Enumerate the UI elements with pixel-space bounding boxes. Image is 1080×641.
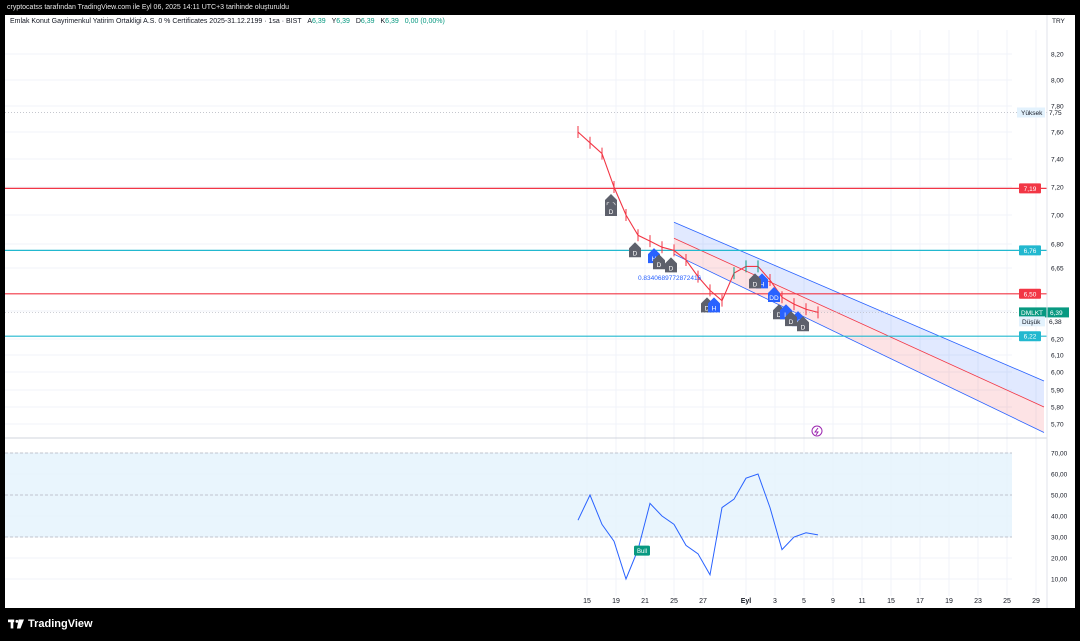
price-tick-label: 8,20: [1051, 52, 1064, 59]
tradingview-logo-icon: [8, 619, 24, 629]
marker-label: D: [753, 281, 758, 288]
x-tick-label: 19: [945, 598, 953, 605]
rsi-tick-label: 40,00: [1051, 514, 1068, 521]
price-tick-label: 6,20: [1051, 337, 1064, 344]
price-tick-label: 6,65: [1051, 266, 1064, 273]
x-tick-label: 21: [641, 598, 649, 605]
channel-lower-line: [673, 253, 1045, 433]
x-tick-label: 9: [831, 598, 835, 605]
price-tick-label: 8,00: [1051, 78, 1064, 85]
x-tick-label: 23: [974, 598, 982, 605]
x-tick-label: 15: [583, 598, 591, 605]
low-label-text: Düşük: [1022, 319, 1041, 326]
x-tick-label: 11: [858, 598, 865, 605]
level-price-label: 6,22: [1024, 334, 1037, 341]
x-tick-label: 27: [699, 598, 707, 605]
marker-label: D: [669, 265, 674, 272]
x-tick-label: 19: [612, 598, 620, 605]
price-tick-label: 5,70: [1051, 422, 1064, 429]
x-tick-label: 15: [887, 598, 895, 605]
price-tick-label: 7,60: [1051, 130, 1064, 137]
rsi-tick-label: 60,00: [1051, 472, 1068, 479]
symbol-tag-text: DMLKT: [1021, 310, 1043, 317]
price-tick-label: 6,10: [1051, 353, 1064, 360]
rsi-tick-label: 50,00: [1051, 493, 1068, 500]
x-tick-label: Eyl: [741, 598, 752, 605]
level-price-label: 6,76: [1024, 248, 1037, 255]
bull-label-text: Bull: [637, 549, 647, 555]
marker-label: D: [633, 250, 638, 257]
rsi-tick-label: 30,00: [1051, 535, 1068, 542]
high-label-value: 7,75: [1049, 110, 1062, 117]
lightning-icon: [814, 427, 819, 436]
rsi-tick-label: 70,00: [1051, 451, 1068, 458]
chart-canvas[interactable]: 7,196,766,506,22DDDDHDDDHHDDDDLDDDD0.834…: [0, 0, 1080, 641]
marker-label: D: [789, 319, 794, 326]
brand-name: TradingView: [28, 618, 93, 630]
marker-down: D: [665, 257, 677, 273]
channel-lower-fill: [674, 238, 1044, 433]
price-tick-label: 5,80: [1051, 405, 1064, 412]
x-tick-label: 29: [1032, 598, 1040, 605]
marker-label: DD: [769, 295, 779, 302]
x-tick-label: 25: [670, 598, 678, 605]
price-tick-label: 6,00: [1051, 370, 1064, 377]
price-tick-label: 7,40: [1051, 157, 1064, 164]
regression-value-label: 0.8340689772872416: [638, 275, 702, 282]
marker-label: D: [657, 262, 662, 269]
rsi-tick-label: 10,00: [1051, 577, 1068, 584]
marker-label: D: [609, 209, 614, 216]
low-label-value: 6,38: [1049, 319, 1062, 326]
channel-upper-line: [673, 221, 1045, 382]
price-tick-label: 7,20: [1051, 185, 1064, 192]
footer-bar: [0, 608, 1080, 641]
price-tick-label: 6,80: [1051, 242, 1064, 249]
price-tick-label: 7,00: [1051, 213, 1064, 220]
x-tick-label: 17: [916, 598, 924, 605]
last-price-value: 6,39: [1050, 310, 1063, 317]
x-tick-label: 3: [773, 598, 777, 605]
price-tick-label: 5,90: [1051, 388, 1064, 395]
level-price-label: 6,50: [1024, 291, 1037, 298]
marker-label: D: [801, 324, 806, 331]
high-label-text: Yüksek: [1021, 110, 1043, 117]
marker-label: H: [712, 305, 717, 312]
x-tick-label: 25: [1003, 598, 1011, 605]
marker-down: D: [629, 242, 641, 258]
rsi-tick-label: 20,00: [1051, 556, 1068, 563]
tradingview-logo[interactable]: TradingView: [8, 618, 93, 630]
event-icon: [811, 425, 823, 437]
channel-mid-line: [673, 237, 1045, 408]
level-price-label: 7,19: [1024, 186, 1037, 193]
marker-up: H: [708, 297, 720, 313]
x-tick-label: 5: [802, 598, 806, 605]
